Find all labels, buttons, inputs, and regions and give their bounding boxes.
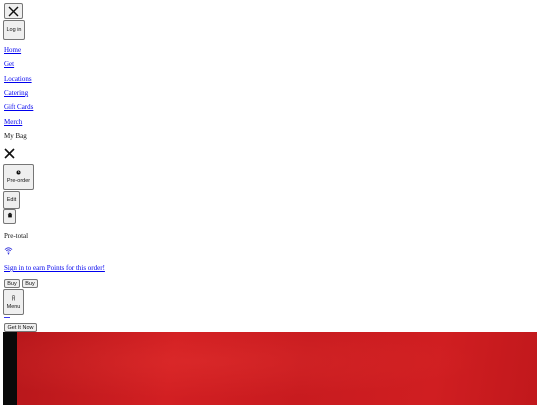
menu-label: Menu <box>6 303 21 310</box>
edit-button[interactable]: Edit <box>3 191 20 209</box>
hero-dark-edge <box>3 332 17 405</box>
nav-link-catering[interactable]: Catering <box>4 89 28 98</box>
menu-button[interactable]: Menu <box>3 289 24 315</box>
clock-icon <box>16 170 21 175</box>
bag-title: My Bag <box>4 132 27 140</box>
nav-link-merch[interactable]: Merch <box>4 118 22 127</box>
nav-link-get[interactable]: Get <box>4 60 14 69</box>
login-button[interactable]: Log in <box>3 20 25 40</box>
link-underline[interactable] <box>4 317 10 318</box>
pretotal-label: Pre-total <box>4 232 29 240</box>
wifi-icon <box>4 246 13 255</box>
preorder-label: Pre-order <box>6 178 31 184</box>
get-it-now-button[interactable]: Get It Now <box>4 323 37 332</box>
close-icon <box>8 6 19 16</box>
menu-icon <box>11 294 16 301</box>
hero-highlight <box>17 332 537 405</box>
nav-link-locations[interactable]: Locations <box>4 75 32 84</box>
buy-button-secondary[interactable]: Buy <box>22 279 38 288</box>
store-icon <box>7 212 12 218</box>
preorder-button[interactable]: Pre-order <box>3 164 34 190</box>
store-button[interactable] <box>3 209 16 224</box>
close-menu-button[interactable] <box>4 3 23 19</box>
nav-link-gift-cards[interactable]: Gift Cards <box>4 103 33 112</box>
page: Log in Home Get Locations Catering Gift … <box>0 0 540 405</box>
close-bag-button[interactable] <box>4 148 16 160</box>
hero-banner <box>3 332 537 405</box>
signin-rewards-link[interactable]: Sign in to earn Points for this order! <box>4 264 105 273</box>
buy-button[interactable]: Buy <box>4 279 20 288</box>
nav-link-home[interactable]: Home <box>4 46 21 55</box>
close-icon <box>4 148 15 159</box>
